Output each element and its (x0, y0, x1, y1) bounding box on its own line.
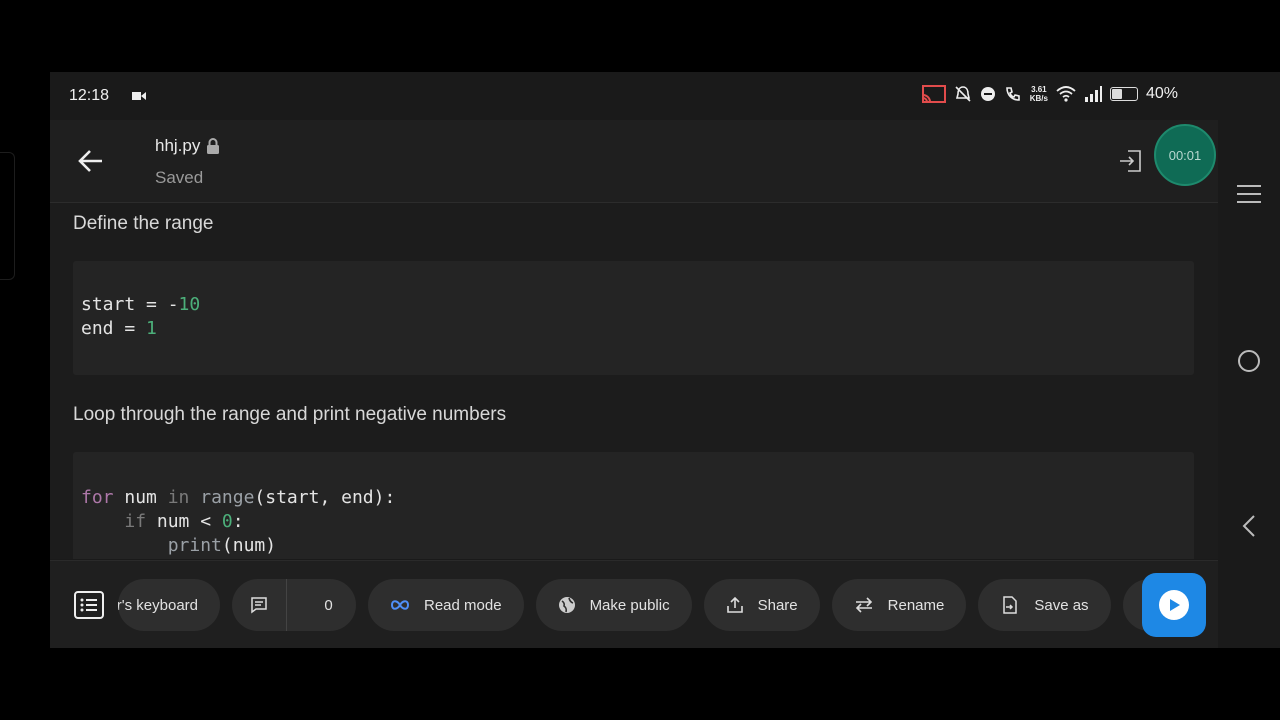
dnd-icon (980, 87, 995, 101)
bottom-toolbar: er's keyboard 0 Read mode Make public Sh… (50, 560, 1218, 648)
comment-count: 0 (324, 596, 333, 614)
rename-swap-icon (855, 597, 872, 613)
code-token: = (113, 318, 147, 339)
code-token: num < (146, 511, 222, 532)
read-mode-button[interactable]: Read mode (368, 579, 524, 631)
call-icon (1005, 87, 1020, 101)
code-cell-loop[interactable]: for num in range(start, end): if num < 0… (73, 452, 1194, 559)
device-screen: 12:18 3.61 KB/s 40% hhj.py Saved 00:01 De… (50, 72, 1280, 648)
code-keyword: in (167, 487, 190, 508)
code-function: range (189, 487, 255, 508)
lock-icon (207, 138, 220, 154)
code-number: 1 (146, 318, 157, 339)
read-mode-label: Read mode (424, 596, 502, 614)
status-bar: 12:18 3.61 KB/s 40% (50, 72, 1218, 120)
editor-header: hhj.py Saved 00:01 (50, 120, 1218, 203)
wifi-icon (1056, 86, 1076, 102)
notebook-content[interactable]: Define the range start = -10 end = 1 Loo… (50, 203, 1218, 559)
status-time: 12:18 (69, 87, 110, 104)
save-as-icon (1003, 596, 1018, 614)
left-edge-handle (0, 152, 15, 280)
cast-icon (921, 85, 946, 103)
share-button[interactable]: Share (703, 579, 820, 631)
save-as-label: Save as (1034, 596, 1089, 614)
run-button[interactable] (1142, 573, 1206, 637)
save-as-button[interactable]: Save as (978, 579, 1111, 631)
share-icon (726, 596, 743, 613)
code-function: print (167, 535, 222, 556)
make-public-button[interactable]: Make public (535, 579, 692, 631)
globe-icon (558, 597, 575, 613)
timer-value: 00:01 (1168, 147, 1202, 163)
status-icons: 3.61 KB/s 40% (921, 85, 1178, 103)
share-label: Share (757, 596, 798, 614)
video-record-icon (132, 92, 146, 100)
code-cell-range[interactable]: start = -10 end = 1 (73, 261, 1194, 375)
network-speed-unit: KB/s (1029, 94, 1048, 103)
session-timer[interactable]: 00:01 (1154, 124, 1216, 186)
keyboard-button[interactable]: er's keyboard (118, 579, 220, 631)
code-token: end (81, 318, 114, 339)
code-token: (start, end): (254, 487, 396, 508)
file-name: hhj.py (155, 136, 201, 155)
code-token: start (81, 294, 136, 315)
menu-icon[interactable] (1235, 180, 1263, 208)
network-speed: 3.61 KB/s (1030, 85, 1048, 103)
play-icon (1170, 599, 1180, 611)
code-number: 0 (221, 511, 233, 532)
mute-bell-icon (955, 86, 971, 102)
code-keyword: if (124, 511, 147, 532)
toolbar-chips: er's keyboard 0 Read mode Make public Sh… (118, 579, 1193, 631)
rename-button[interactable]: Rename (831, 579, 967, 631)
signal-icon (1084, 86, 1102, 102)
markdown-heading-range: Define the range (73, 213, 214, 234)
code-keyword: for (81, 487, 114, 508)
make-public-label: Make public (589, 596, 670, 614)
exit-icon[interactable] (1118, 148, 1142, 174)
table-of-contents-icon[interactable] (74, 591, 104, 619)
home-circle-icon[interactable] (1235, 347, 1263, 375)
battery-percent: 40% (1145, 85, 1178, 102)
code-token: = - (135, 294, 179, 315)
network-speed-value: 3.61 (1031, 85, 1047, 94)
rename-label: Rename (887, 596, 945, 614)
comments-button[interactable]: 0 (232, 579, 356, 631)
battery-icon (1109, 87, 1138, 101)
code-token: (num) (221, 535, 277, 556)
comment-icon (251, 597, 267, 614)
back-arrow-icon[interactable] (74, 146, 108, 176)
save-status: Saved (155, 168, 204, 187)
code-number: 10 (178, 294, 201, 315)
file-title[interactable]: hhj.py (155, 136, 220, 156)
back-chevron-icon[interactable] (1235, 512, 1263, 540)
code-token: num (113, 487, 168, 508)
markdown-heading-loop: Loop through the range and print negativ… (73, 404, 507, 425)
system-nav-bar (1218, 72, 1280, 648)
infinity-icon (390, 600, 410, 610)
keyboard-label: er's keyboard (118, 596, 198, 614)
code-token: : (232, 511, 244, 532)
